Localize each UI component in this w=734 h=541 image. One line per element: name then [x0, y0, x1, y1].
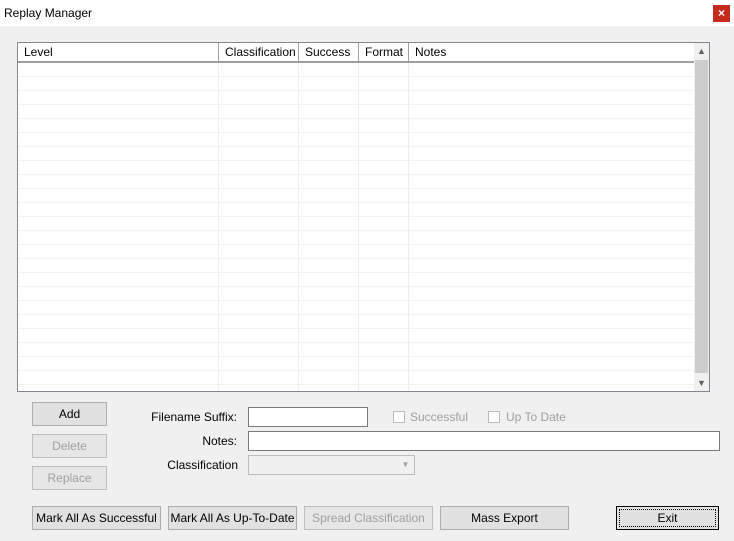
column-divider [358, 63, 359, 391]
column-divider [408, 63, 409, 391]
classification-label: Classification [167, 458, 238, 472]
mark-all-uptodate-button[interactable]: Mark All As Up-To-Date [168, 506, 297, 530]
window-title: Replay Manager [4, 6, 93, 20]
filename-suffix-label: Filename Suffix: [151, 410, 237, 424]
successful-checkbox[interactable] [393, 411, 405, 423]
exit-button[interactable]: Exit [616, 506, 719, 530]
title-bar: Replay Manager × [0, 0, 734, 26]
chevron-down-icon[interactable]: ▼ [398, 457, 413, 473]
column-divider [298, 63, 299, 391]
successful-label: Successful [410, 410, 469, 424]
column-header-notes[interactable]: Notes [409, 43, 694, 61]
mass-export-button[interactable]: Mass Export [440, 506, 569, 530]
up-to-date-label: Up To Date [506, 410, 566, 424]
close-icon[interactable]: × [713, 5, 730, 22]
notes-input[interactable] [248, 431, 720, 451]
list-header: Level Classification Success Format Note… [18, 43, 694, 63]
add-button[interactable]: Add [32, 402, 107, 426]
vertical-scrollbar[interactable]: ▲ ▼ [694, 43, 709, 391]
classification-dropdown[interactable]: ▼ [248, 455, 415, 475]
spread-classification-button[interactable]: Spread Classification [304, 506, 433, 530]
column-header-classification[interactable]: Classification [219, 43, 299, 61]
list-rows [18, 63, 694, 391]
up-to-date-checkbox[interactable] [488, 411, 500, 423]
scroll-up-icon[interactable]: ▲ [694, 43, 709, 59]
replay-list[interactable]: Level Classification Success Format Note… [17, 42, 710, 392]
column-header-level[interactable]: Level [18, 43, 219, 61]
column-divider [218, 63, 219, 391]
mark-all-successful-button[interactable]: Mark All As Successful [32, 506, 161, 530]
filename-suffix-input[interactable] [248, 407, 368, 427]
column-header-format[interactable]: Format [359, 43, 409, 61]
scroll-thumb[interactable] [695, 60, 708, 373]
notes-label: Notes: [202, 434, 237, 448]
column-header-success[interactable]: Success [299, 43, 359, 61]
delete-button[interactable]: Delete [32, 434, 107, 458]
scroll-down-icon[interactable]: ▼ [694, 375, 709, 391]
replace-button[interactable]: Replace [32, 466, 107, 490]
